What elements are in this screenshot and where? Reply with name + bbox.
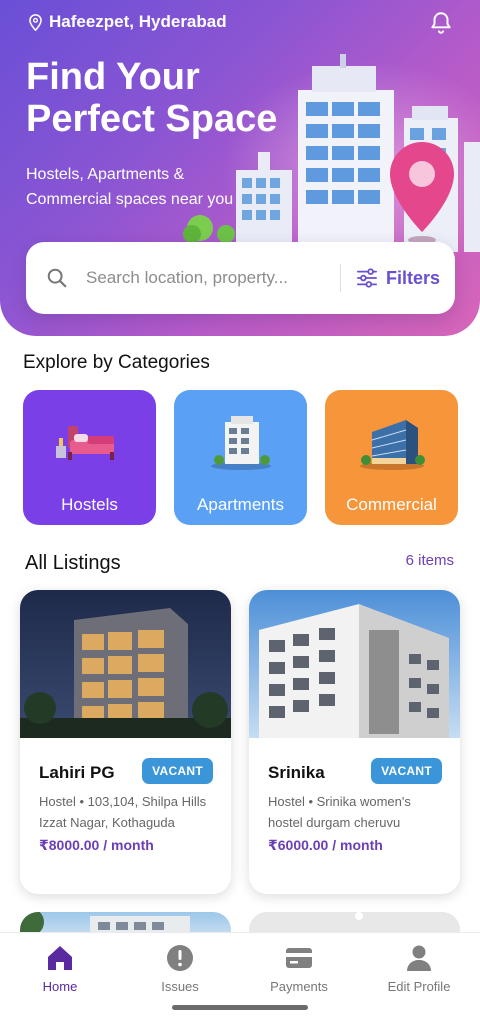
categories-heading: Explore by Categories: [23, 352, 210, 373]
listing-name: Srinika: [268, 763, 325, 782]
nav-label: Edit Profile: [387, 979, 451, 994]
nav-label: Payments: [270, 979, 328, 994]
location-pin-icon: [29, 13, 42, 31]
listing-price: ₹8000.00 / month: [39, 837, 154, 853]
bed-icon: [56, 426, 114, 460]
nav-issues[interactable]: Issues: [125, 943, 235, 994]
category-label: Commercial: [346, 495, 437, 514]
search-bar: Filters: [26, 242, 455, 314]
status-badge: VACANT: [142, 758, 213, 784]
filters-button[interactable]: Filters: [356, 264, 440, 292]
page-subtitle: Hostels, Apartments & Commercial spaces …: [26, 166, 234, 208]
home-icon: [48, 946, 72, 970]
apartment-building-icon: [211, 416, 271, 470]
listing-name: Lahiri PG: [39, 763, 115, 782]
listings-count: 6 items: [405, 552, 454, 569]
filter-sliders-icon: [356, 268, 377, 288]
search-input[interactable]: [86, 262, 336, 294]
home-indicator[interactable]: [172, 1005, 308, 1010]
location-text: Hafeezpet, Hyderabad: [49, 12, 227, 31]
nav-home[interactable]: Home: [5, 943, 115, 994]
category-commercial[interactable]: Commercial: [325, 390, 458, 525]
nav-payments[interactable]: Payments: [244, 943, 354, 994]
listing-price: ₹6000.00 / month: [268, 837, 383, 853]
nav-label: Issues: [161, 979, 199, 994]
status-badge: VACANT: [371, 758, 442, 784]
category-hostels[interactable]: Hostels: [23, 390, 156, 525]
category-apartments[interactable]: Apartments: [174, 390, 307, 525]
property-photo: [249, 590, 460, 738]
alert-icon: [167, 945, 193, 971]
location-selector[interactable]: Hafeezpet, Hyderabad: [28, 12, 227, 32]
category-label: Hostels: [61, 495, 118, 514]
nav-label: Home: [42, 979, 78, 994]
notification-bell-icon[interactable]: [428, 10, 454, 36]
category-label: Apartments: [197, 495, 284, 514]
city-buildings-illustration: [236, 54, 480, 252]
bottom-navigation: Home Issues Payments Edit Profile: [0, 932, 480, 1024]
card-icon: [286, 948, 312, 968]
search-divider: [340, 264, 341, 292]
nav-edit-profile[interactable]: Edit Profile: [364, 943, 474, 994]
listing-card[interactable]: Lahiri PG VACANT Hostel • 103,104, Shilp…: [20, 590, 231, 894]
listing-card[interactable]: Srinika VACANT Hostel • Srinika women's …: [249, 590, 460, 894]
listings-heading: All Listings: [25, 552, 121, 574]
person-icon: [407, 945, 431, 971]
trees-illustration: [183, 215, 235, 243]
listing-description: Hostel • Srinika women's hostel durgam c…: [268, 794, 411, 830]
listing-description: Hostel • 103,104, Shilpa Hills Izzat Nag…: [39, 794, 207, 830]
search-icon: [47, 268, 67, 288]
filters-label: Filters: [386, 267, 441, 288]
commercial-building-icon: [360, 420, 425, 470]
property-photo: [20, 590, 231, 738]
